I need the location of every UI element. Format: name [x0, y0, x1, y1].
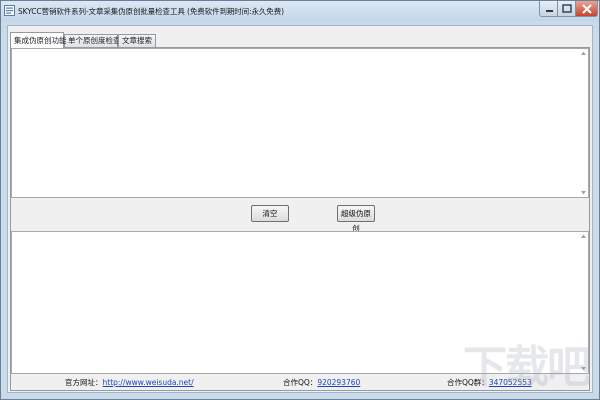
tab-article-search[interactable]: 文章搜索: [118, 34, 156, 47]
maximize-button[interactable]: [558, 1, 576, 17]
partner-qq-group: 合作QQ群：347052553: [447, 377, 532, 388]
scroll-down-icon[interactable]: [580, 190, 587, 196]
partner-qq-label: 合作QQ：: [283, 378, 318, 387]
scroll-up-icon[interactable]: [580, 233, 587, 239]
close-button[interactable]: [576, 1, 598, 17]
app-window: SKYCC营销软件系列-文章采集伪原创批量检查工具 (免费软件到期时间:永久免费…: [0, 0, 600, 400]
tab-integrated-pseudo-original[interactable]: 集成伪原创功能: [10, 32, 67, 48]
client-area: 集成伪原创功能 单个原创度检查 文章搜索 清空 超级伪原创 官方网址：http:…: [7, 25, 593, 393]
app-icon: [4, 5, 15, 16]
source-text-area[interactable]: [11, 48, 589, 198]
partner-qq-link[interactable]: 920293760: [317, 378, 360, 387]
minimize-icon: [546, 10, 553, 12]
scroll-down-icon[interactable]: [580, 366, 587, 372]
minimize-button[interactable]: [539, 1, 558, 17]
official-site: 官方网址：http://www.weisuda.net/: [65, 377, 194, 388]
title-bar[interactable]: SKYCC营销软件系列-文章采集伪原创批量检查工具 (免费软件到期时间:永久免费…: [1, 1, 599, 21]
tab-single-originality-check[interactable]: 单个原创度检查: [64, 34, 121, 47]
scroll-up-icon[interactable]: [580, 50, 587, 56]
super-pseudo-original-button[interactable]: 超级伪原创: [337, 205, 375, 233]
partner-qq-group-label: 合作QQ群：: [447, 378, 489, 387]
official-site-link[interactable]: http://www.weisuda.net/: [103, 378, 194, 387]
clear-button[interactable]: 清空: [251, 205, 289, 222]
official-site-label: 官方网址：: [65, 378, 103, 387]
partner-qq: 合作QQ：920293760: [283, 377, 360, 388]
tab-panel: 清空 超级伪原创 官方网址：http://www.weisuda.net/ 合作…: [10, 47, 590, 391]
maximize-icon: [562, 4, 572, 13]
result-text-area[interactable]: [11, 231, 589, 374]
window-title: SKYCC营销软件系列-文章采集伪原创批量检查工具 (免费软件到期时间:永久免费…: [18, 7, 284, 16]
partner-qq-group-link[interactable]: 347052553: [489, 378, 532, 387]
close-icon: [582, 4, 592, 14]
